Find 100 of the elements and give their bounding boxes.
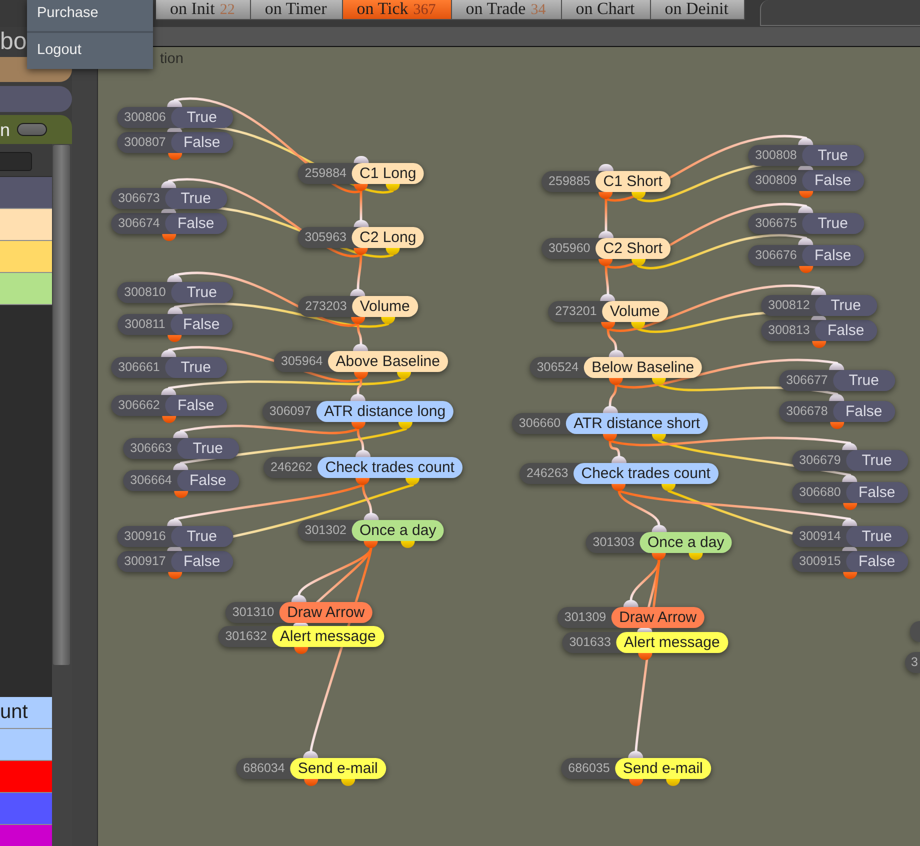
output-port-icon[interactable] xyxy=(843,572,857,579)
output-port-icon[interactable] xyxy=(364,541,378,548)
flow-node[interactable]: 306662 False xyxy=(111,395,227,416)
flow-node[interactable]: 306674 False xyxy=(111,213,227,234)
input-port-icon[interactable] xyxy=(598,164,614,171)
flow-node[interactable]: 306673 True xyxy=(111,188,227,209)
sidebar-row[interactable] xyxy=(0,209,52,241)
flow-node[interactable]: 305963 C2 Long xyxy=(298,227,424,248)
input-port-icon[interactable] xyxy=(842,443,858,450)
output-port-icon[interactable] xyxy=(304,779,318,786)
output-port-icon[interactable] xyxy=(652,553,666,560)
scrollbar[interactable] xyxy=(52,144,72,846)
input-port-icon[interactable] xyxy=(354,344,368,351)
flow-node[interactable]: 306680 False xyxy=(792,482,908,503)
flow-node[interactable]: 3 xyxy=(905,652,920,673)
flow-node[interactable]: 273203 Volume xyxy=(298,296,418,317)
flow-node[interactable]: 686035 Send e-mail xyxy=(561,758,711,779)
flow-node[interactable]: 300808 True xyxy=(748,145,864,166)
input-port-icon[interactable] xyxy=(624,600,638,607)
input-port-icon[interactable] xyxy=(798,206,814,213)
output-port-icon[interactable] xyxy=(168,335,182,342)
flow-node[interactable]: 300813 False xyxy=(761,320,877,341)
output-port-icon[interactable] xyxy=(354,372,368,379)
flow-node[interactable]: 259885 C1 Short xyxy=(542,171,670,192)
output-port-icon[interactable] xyxy=(386,184,400,191)
flow-node[interactable]: 300810 True xyxy=(117,282,233,303)
output-port-icon[interactable] xyxy=(351,422,365,429)
flow-node[interactable]: 246262 Check trades count xyxy=(264,457,462,478)
input-port-icon[interactable] xyxy=(168,547,182,551)
input-port-icon[interactable] xyxy=(830,394,844,401)
flow-node[interactable]: 300807 False xyxy=(117,132,233,153)
input-port-icon[interactable] xyxy=(798,138,814,145)
output-port-icon[interactable] xyxy=(629,779,643,786)
output-port-icon[interactable] xyxy=(812,341,826,348)
flow-node[interactable]: 301302 Once a day xyxy=(298,520,444,541)
output-port-icon[interactable] xyxy=(630,322,645,329)
flow-node[interactable]: 301309 Draw Arrow xyxy=(557,607,705,628)
input-port-icon[interactable] xyxy=(174,431,188,438)
output-port-icon[interactable] xyxy=(799,191,813,198)
flow-node[interactable]: 301633 Alert message xyxy=(562,632,728,653)
output-port-icon[interactable] xyxy=(652,378,666,385)
flow-node[interactable]: 306524 Below Baseline xyxy=(530,357,702,378)
flow-node[interactable]: 301310 Draw Arrow xyxy=(225,602,373,623)
input-port-icon[interactable] xyxy=(350,289,366,296)
flow-node[interactable]: 300915 False xyxy=(792,551,908,572)
tab[interactable]: on Init 22 xyxy=(156,0,251,20)
sidebar-row[interactable]: unt xyxy=(0,697,52,729)
input-port-icon[interactable] xyxy=(812,316,826,320)
output-port-icon[interactable] xyxy=(830,422,844,429)
flow-node[interactable]: 300811 False xyxy=(118,314,232,335)
input-port-icon[interactable] xyxy=(842,547,858,551)
output-port-icon[interactable] xyxy=(599,259,613,266)
flow-node[interactable]: 306663 True xyxy=(123,438,239,459)
input-port-icon[interactable] xyxy=(168,128,182,132)
flow-node[interactable]: 306097 ATR distance long xyxy=(262,401,454,422)
output-port-icon[interactable] xyxy=(652,434,666,441)
input-port-icon[interactable] xyxy=(168,307,182,314)
flow-node[interactable]: 306664 False xyxy=(123,470,239,491)
output-port-icon[interactable] xyxy=(609,378,623,385)
menu-item[interactable]: Logout xyxy=(27,31,153,69)
input-port-icon[interactable] xyxy=(174,463,188,470)
flow-node[interactable]: 306660 ATR distance short xyxy=(512,413,708,434)
output-port-icon[interactable] xyxy=(168,572,182,579)
scrollbar-thumb[interactable] xyxy=(53,145,70,665)
input-port-icon[interactable] xyxy=(168,519,182,526)
input-port-icon[interactable] xyxy=(356,450,370,457)
input-port-icon[interactable] xyxy=(162,350,176,357)
output-port-icon[interactable] xyxy=(354,184,368,191)
input-port-icon[interactable] xyxy=(798,238,814,245)
output-port-icon[interactable] xyxy=(631,192,646,199)
output-port-icon[interactable] xyxy=(162,234,176,241)
flow-node[interactable]: 300916 True xyxy=(117,526,233,547)
input-port-icon[interactable] xyxy=(354,156,368,163)
input-port-icon[interactable] xyxy=(628,751,644,758)
output-port-icon[interactable] xyxy=(601,322,615,329)
flow-node[interactable]: 301303 Once a day xyxy=(586,532,732,553)
output-port-icon[interactable] xyxy=(356,478,370,485)
input-port-icon[interactable] xyxy=(304,751,318,758)
output-port-icon[interactable] xyxy=(354,248,368,255)
input-port-icon[interactable] xyxy=(798,166,814,170)
input-port-icon[interactable] xyxy=(354,220,368,227)
input-port-icon[interactable] xyxy=(600,294,616,301)
flow-node[interactable]: 306675 True xyxy=(748,213,864,234)
output-port-icon[interactable] xyxy=(666,779,680,786)
sidebar-row[interactable] xyxy=(0,241,52,273)
input-port-icon[interactable] xyxy=(294,623,308,626)
output-port-icon[interactable] xyxy=(843,503,857,510)
tab[interactable]: on Timer xyxy=(250,0,343,20)
flow-node[interactable]: 305960 C2 Short xyxy=(542,238,670,259)
output-port-icon[interactable] xyxy=(599,192,613,199)
sidebar-row[interactable] xyxy=(0,177,52,209)
input-port-icon[interactable] xyxy=(842,475,858,482)
menu-item[interactable]: Purchase xyxy=(27,0,153,31)
toggle-switch[interactable] xyxy=(17,123,48,136)
input-port-icon[interactable] xyxy=(608,350,624,357)
input-port-icon[interactable] xyxy=(598,231,614,238)
output-port-icon[interactable] xyxy=(799,266,813,273)
output-port-icon[interactable] xyxy=(638,653,652,660)
flow-node[interactable]: 301632 Alert message xyxy=(218,626,384,647)
input-port-icon[interactable] xyxy=(292,595,306,602)
